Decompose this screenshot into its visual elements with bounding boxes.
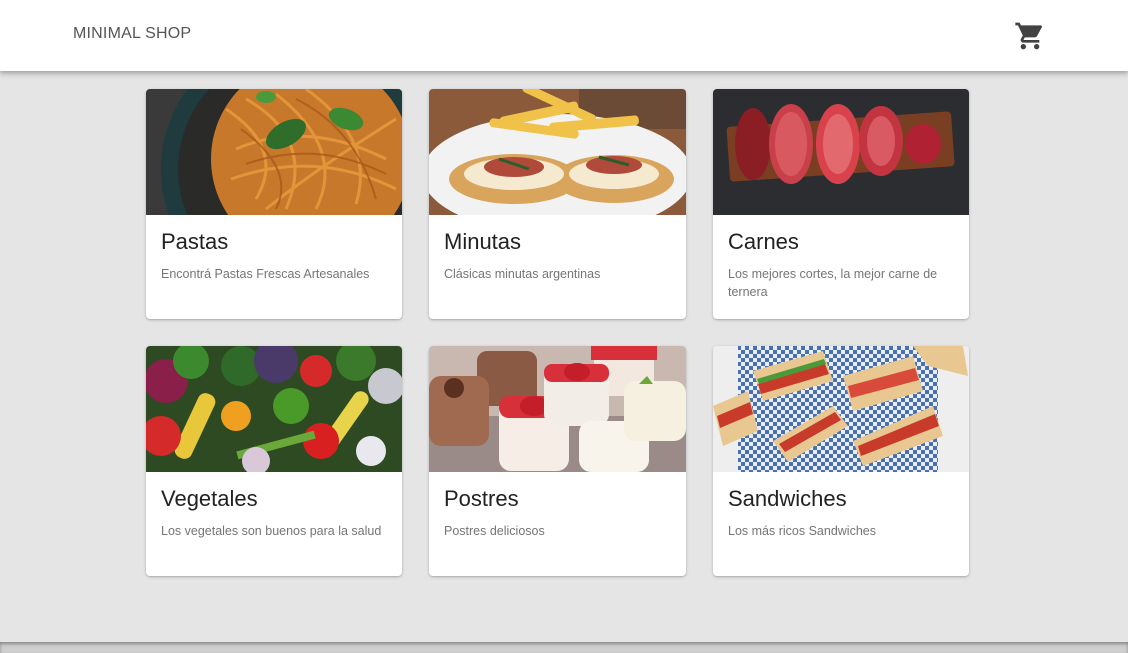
category-card-carnes[interactable]: Carnes Los mejores cortes, la mejor carn…	[713, 89, 969, 319]
card-title: Minutas	[444, 229, 522, 254]
card-title: Vegetales	[161, 486, 258, 511]
postres-image	[429, 346, 686, 472]
app-bar: MINIMAL SHOP	[0, 0, 1128, 71]
brand-logo[interactable]: MINIMAL SHOP	[73, 25, 191, 43]
card-description: Los mejores cortes, la mejor carne de te…	[728, 267, 938, 299]
card-description: Encontrá Pastas Frescas Artesanales	[161, 267, 370, 281]
card-title: Postres	[444, 486, 519, 511]
card-title: Pastas	[161, 229, 229, 254]
category-card-vegetales[interactable]: Vegetales Los vegetales son buenos para …	[146, 346, 402, 576]
minutas-image	[429, 89, 686, 215]
card-description: Clásicas minutas argentinas	[444, 267, 601, 281]
card-description: Postres deliciosos	[444, 524, 545, 538]
sandwiches-image	[713, 346, 969, 472]
category-card-sandwiches[interactable]: Sandwiches Los más ricos Sandwiches	[713, 346, 969, 576]
carnes-image	[713, 89, 969, 215]
card-description: Los más ricos Sandwiches	[728, 524, 876, 538]
pastas-image	[146, 89, 402, 215]
category-grid: Pastas Encontrá Pastas Frescas Artesanal…	[146, 89, 969, 576]
shopping-cart-icon[interactable]	[1014, 20, 1046, 52]
card-title: Carnes	[728, 229, 799, 254]
category-card-minutas[interactable]: Minutas Clásicas minutas argentinas	[429, 89, 686, 319]
category-card-postres[interactable]: Postres Postres deliciosos	[429, 346, 686, 576]
category-card-pastas[interactable]: Pastas Encontrá Pastas Frescas Artesanal…	[146, 89, 402, 319]
card-title: Sandwiches	[728, 486, 847, 511]
card-description: Los vegetales son buenos para la salud	[161, 524, 382, 538]
footer-bar	[0, 642, 1128, 653]
vegetales-image	[146, 346, 402, 472]
